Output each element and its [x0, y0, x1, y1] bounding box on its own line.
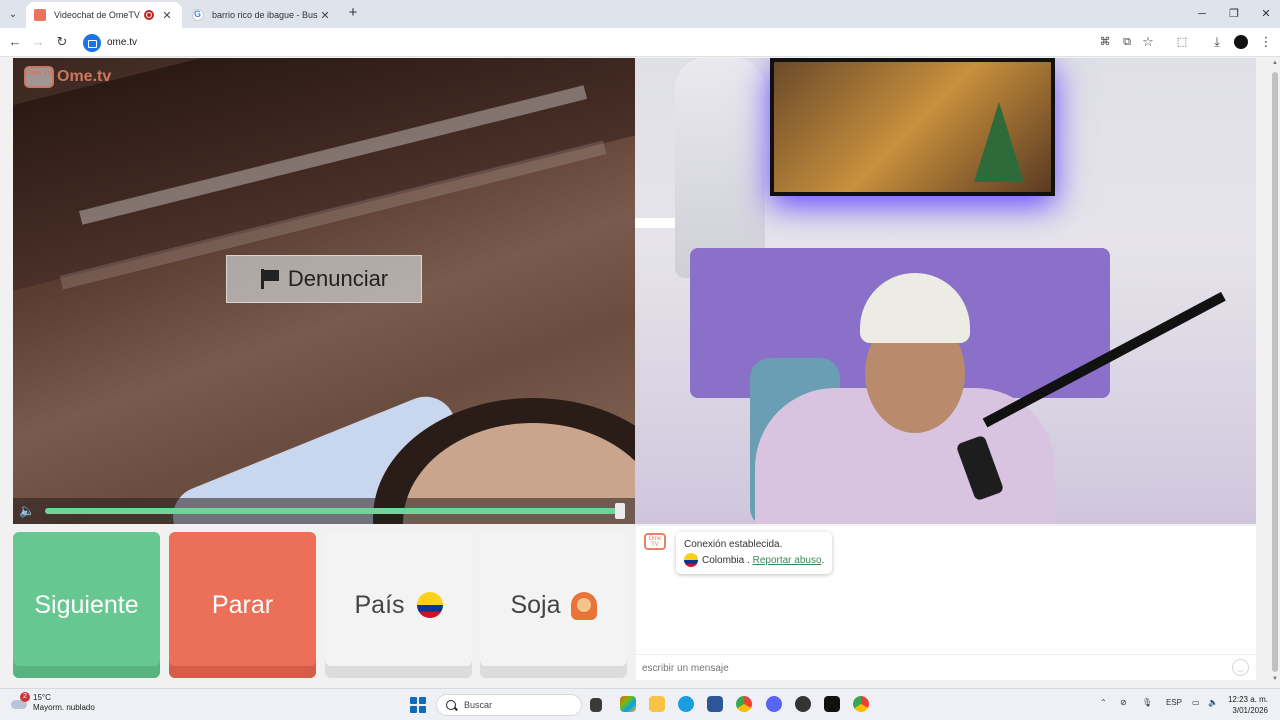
flag-icon — [260, 269, 280, 289]
network-icon[interactable]: ⊘ — [1120, 698, 1127, 707]
google-favicon-icon — [192, 9, 204, 21]
close-window-icon[interactable]: ✕ — [1252, 4, 1280, 24]
taskbar: 2 15°C Mayorm. nublado Buscar ⌃ ⊘ 🎙 ESP … — [0, 688, 1280, 720]
country-button[interactable]: País — [325, 532, 472, 678]
file-explorer-icon[interactable] — [649, 696, 665, 712]
message-input[interactable] — [642, 660, 1222, 676]
url-text: ome.tv — [107, 37, 138, 48]
volume-bar: 🔈 — [13, 498, 635, 524]
chrome-icon[interactable] — [736, 696, 752, 712]
tab-strip: ⌄ Videochat de OmeTV: una ✕ barrio rico … — [0, 0, 1280, 28]
report-button-label: Denunciar — [287, 266, 389, 291]
obs-icon[interactable] — [795, 696, 811, 712]
store-icon[interactable] — [707, 696, 723, 712]
scroll-down-icon[interactable]: ▼ — [1270, 676, 1280, 686]
tab-title: Videochat de OmeTV: una — [54, 10, 140, 20]
period: . — [821, 555, 825, 566]
close-tab-icon[interactable]: ✕ — [318, 9, 332, 22]
ometv-logo-badge: Ome TV — [24, 66, 54, 88]
cloud-icon: 2 — [10, 692, 30, 712]
install-app-icon[interactable]: ⧉ — [1117, 33, 1137, 51]
colombia-flag-icon — [416, 592, 443, 618]
weather-temp: 15°C — [33, 693, 51, 702]
speaker-icon[interactable]: 🔈 — [19, 504, 39, 518]
scrollbar[interactable]: ▲ ▼ — [1270, 58, 1280, 688]
site-info-icon[interactable] — [83, 33, 101, 52]
address-bar[interactable]: ome.tv — [80, 31, 1090, 54]
close-tab-icon[interactable]: ✕ — [160, 9, 174, 22]
taskbar-search-label: Buscar — [464, 700, 493, 710]
connection-status: Conexión establecida. — [684, 539, 783, 550]
notification-badge: 2 — [20, 692, 30, 702]
gender-button-label: Soja — [510, 590, 561, 619]
weather-desc: Mayorm. nublado — [33, 703, 95, 712]
tiktok-icon[interactable] — [824, 696, 840, 712]
ometv-logo: Ome TV Ome.tv — [24, 66, 111, 88]
bookmark-star-icon[interactable]: ☆ — [1138, 33, 1158, 51]
scroll-up-icon[interactable]: ▲ — [1270, 60, 1280, 70]
taskbar-search[interactable]: Buscar — [436, 694, 582, 716]
forward-icon[interactable]: → — [28, 33, 48, 51]
microphone-icon[interactable]: 🎙 — [1142, 698, 1152, 707]
menu-icon[interactable]: ⋮ — [1256, 33, 1276, 51]
report-abuse-link[interactable]: Reportar abuso — [753, 555, 822, 566]
next-button[interactable]: Siguiente — [13, 532, 160, 678]
partner-country: Colombia — [702, 555, 745, 566]
browser-toolbar: ← → ↻ ome.tv ⌘ ⧉ ☆ ⬚ ⤓ ⋮ — [0, 28, 1280, 57]
weather-widget[interactable]: 2 15°C Mayorm. nublado — [10, 692, 95, 713]
chat-panel: Ome TV Conexión establecida. Colombia . … — [636, 526, 1256, 680]
chat-input-bar — [636, 654, 1256, 680]
tab-search-icon[interactable]: ⌄ — [5, 6, 21, 22]
tab-search[interactable]: barrio rico de ibague - Buscar c ✕ — [184, 2, 340, 28]
new-tab-icon[interactable]: + — [344, 5, 362, 23]
search-icon — [446, 700, 456, 710]
chat-message: Conexión establecida. Colombia . Reporta… — [676, 532, 833, 574]
task-view-icon[interactable] — [590, 698, 602, 712]
reload-icon[interactable]: ↻ — [52, 33, 72, 51]
display-icon[interactable]: ▭ — [1192, 698, 1200, 707]
video-scene — [770, 58, 1055, 196]
video-scene — [675, 58, 765, 278]
recording-icon — [144, 10, 154, 20]
clock[interactable]: 12:23 a. m. 3/01/2026 — [1222, 694, 1268, 716]
time: 12:23 a. m. — [1227, 695, 1268, 704]
gender-button[interactable]: Soja — [480, 532, 627, 678]
self-video — [635, 58, 1256, 524]
emoji-icon[interactable] — [1232, 659, 1249, 676]
ometv-favicon-icon — [34, 9, 46, 21]
report-button[interactable]: Denunciar — [226, 255, 422, 303]
restore-icon[interactable]: ❐ — [1220, 4, 1248, 24]
windows-start-icon[interactable] — [410, 697, 426, 713]
volume-slider-handle[interactable] — [615, 503, 625, 519]
edge-icon[interactable] — [678, 696, 694, 712]
discord-icon[interactable] — [766, 696, 782, 712]
partner-country-line: Colombia . Reportar abuso. — [684, 553, 824, 569]
language-indicator[interactable]: ESP — [1166, 698, 1182, 707]
ometv-chat-logo: Ome TV — [644, 533, 666, 550]
volume-slider[interactable] — [45, 508, 621, 514]
scroll-thumb[interactable] — [1272, 72, 1278, 672]
tab-ometv[interactable]: Videochat de OmeTV: una ✕ — [26, 2, 182, 28]
minimize-icon[interactable]: ─ — [1188, 4, 1216, 24]
country-button-label: País — [354, 590, 405, 619]
translate-icon[interactable]: ⌘ — [1095, 33, 1115, 51]
tab-title: barrio rico de ibague - Buscar c — [212, 10, 318, 20]
stop-button[interactable]: Parar — [169, 532, 316, 678]
separator: . — [744, 555, 753, 566]
back-icon[interactable]: ← — [5, 33, 25, 51]
extensions-icon[interactable]: ⬚ — [1172, 33, 1192, 51]
chrome-profile-icon[interactable] — [853, 696, 869, 712]
stop-button-label: Parar — [211, 590, 274, 619]
ometv-logo-text: Ome.tv — [57, 68, 112, 85]
volume-icon[interactable]: 🔈 — [1208, 698, 1218, 707]
chevron-up-icon[interactable]: ⌃ — [1100, 698, 1107, 707]
woman-icon — [570, 590, 597, 620]
next-button-label: Siguiente — [34, 590, 139, 619]
copilot-icon[interactable] — [620, 696, 636, 712]
colombia-flag-icon — [684, 553, 698, 568]
download-icon[interactable]: ⤓ — [1207, 33, 1227, 51]
profile-avatar[interactable] — [1234, 35, 1248, 49]
date: 3/01/2026 — [1232, 706, 1268, 715]
